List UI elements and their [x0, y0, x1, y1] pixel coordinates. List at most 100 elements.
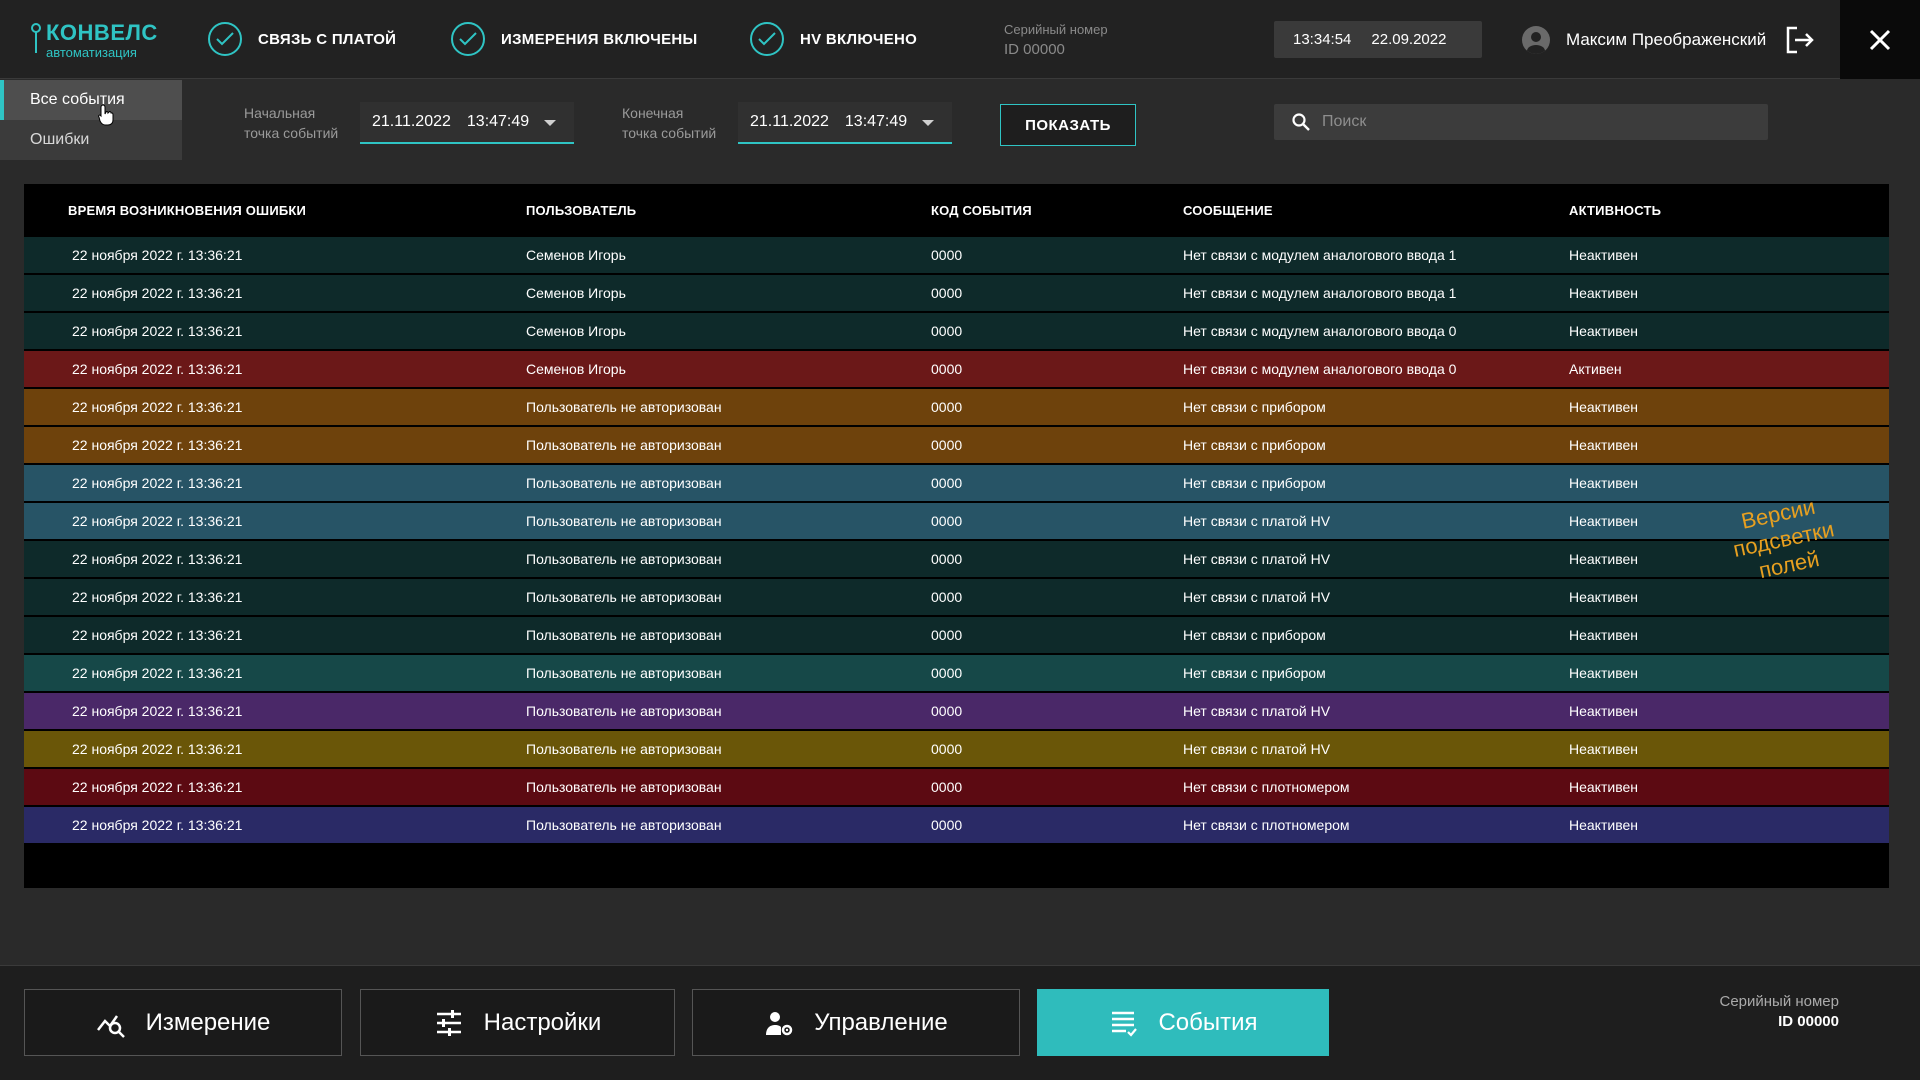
close-icon	[1869, 29, 1891, 50]
cell-activity: Неактивен	[1569, 779, 1638, 795]
event-filter-tabs: Все события Ошибки	[0, 80, 182, 160]
cell-code: 0000	[931, 627, 963, 643]
logout-icon[interactable]	[1785, 26, 1815, 54]
cell-time: 22 ноября 2022 г. 13:36:21	[72, 589, 243, 605]
cell-message: Нет связи с прибором	[1183, 437, 1326, 453]
user-name: Максим Преображенский	[1566, 30, 1767, 49]
column-header-activity[interactable]: АКТИВНОСТЬ	[1569, 203, 1661, 218]
table-body: 22 ноября 2022 г. 13:36:21 Семенов Игорь 0…	[24, 237, 1889, 845]
cell-activity: Неактивен	[1569, 703, 1638, 719]
cell-message: Нет связи с платой HV	[1183, 513, 1331, 529]
table-header: ВРЕМЯ ВОЗНИКНОВЕНИЯ ОШИБКИ ПОЛЬЗОВАТЕЛЬ …	[24, 184, 1889, 236]
cell-activity: Активен	[1569, 361, 1622, 377]
check-circle-icon	[208, 22, 242, 56]
table-row[interactable]: 22 ноября 2022 г. 13:36:21 Пользователь н…	[24, 389, 1889, 425]
cell-code: 0000	[931, 437, 963, 453]
cell-user: Пользователь не авторизован	[526, 741, 722, 757]
status-label: СВЯЗЬ С ПЛАТОЙ	[258, 30, 397, 48]
table-row[interactable]: 22 ноября 2022 г. 13:36:21 Пользователь н…	[24, 617, 1889, 653]
check-circle-icon	[750, 22, 784, 56]
table-row[interactable]: 22 ноября 2022 г. 13:36:21 Пользователь н…	[24, 693, 1889, 729]
table-row[interactable]: 22 ноября 2022 г. 13:36:21 Семенов Игорь 0…	[24, 351, 1889, 387]
cell-message: Нет связи с платой HV	[1183, 589, 1331, 605]
table-row[interactable]: 22 ноября 2022 г. 13:36:21 Пользователь н…	[24, 427, 1889, 463]
cell-user: Пользователь не авторизован	[526, 703, 722, 719]
cell-activity: Неактивен	[1569, 817, 1638, 833]
cell-activity: Неактивен	[1569, 513, 1638, 529]
cell-time: 22 ноября 2022 г. 13:36:21	[72, 475, 243, 491]
show-button[interactable]: ПОКАЗАТЬ	[1000, 104, 1136, 146]
tab-errors[interactable]: Ошибки	[0, 120, 182, 160]
cell-code: 0000	[931, 475, 963, 491]
cell-message: Нет связи с прибором	[1183, 665, 1326, 681]
cell-activity: Неактивен	[1569, 665, 1638, 681]
cell-user: Пользователь не авторизован	[526, 817, 722, 833]
column-header-time[interactable]: ВРЕМЯ ВОЗНИКНОВЕНИЯ ОШИБКИ	[68, 203, 306, 218]
column-header-code[interactable]: КОД СОБЫТИЯ	[931, 203, 1032, 218]
column-header-user[interactable]: ПОЛЬЗОВАТЕЛЬ	[526, 203, 636, 218]
cell-message: Нет связи с модулем аналогового ввода 1	[1183, 285, 1457, 301]
cell-code: 0000	[931, 665, 963, 681]
cell-activity: Неактивен	[1569, 627, 1638, 643]
table-row[interactable]: 22 ноября 2022 г. 13:36:21 Пользователь н…	[24, 465, 1889, 501]
cell-time: 22 ноября 2022 г. 13:36:21	[72, 399, 243, 415]
cell-user: Пользователь не авторизован	[526, 475, 722, 491]
cell-message: Нет связи с прибором	[1183, 627, 1326, 643]
cell-code: 0000	[931, 703, 963, 719]
status-board-link: СВЯЗЬ С ПЛАТОЙ	[208, 22, 396, 56]
events-list-icon	[1112, 1011, 1138, 1037]
table-row[interactable]: 22 ноября 2022 г. 13:36:21 Пользователь н…	[24, 731, 1889, 767]
table-row[interactable]: 22 ноября 2022 г. 13:36:21 Семенов Игорь 0…	[24, 313, 1889, 349]
cell-code: 0000	[931, 285, 963, 301]
table-row[interactable]: 22 ноября 2022 г. 13:36:21 Пользователь н…	[24, 503, 1889, 539]
end-datetime-picker[interactable]: 21.11.2022 13:47:49	[738, 102, 952, 144]
top-bar: КОНВЕЛС автоматизация СВЯЗЬ С ПЛАТОЙ ИЗМ…	[0, 0, 1920, 79]
status-label: ИЗМЕРЕНИЯ ВКЛЮЧЕНЫ	[501, 30, 698, 48]
user-info[interactable]: Максим Преображенский	[1522, 24, 1766, 56]
serial-number-top: Серийный номер ID 00000	[1004, 22, 1108, 58]
end-time: 13:47:49	[844, 113, 908, 130]
cell-user: Семенов Игорь	[526, 285, 626, 301]
tab-all-events[interactable]: Все события	[0, 80, 182, 120]
table-row[interactable]: 22 ноября 2022 г. 13:36:21 Пользователь н…	[24, 655, 1889, 691]
serial-number-bottom: Серийный номер ID 00000	[1719, 993, 1839, 1030]
cell-time: 22 ноября 2022 г. 13:36:21	[72, 551, 243, 567]
brand-tagline: автоматизация	[46, 45, 137, 60]
table-row[interactable]: 22 ноября 2022 г. 13:36:21 Пользователь н…	[24, 541, 1889, 577]
cell-code: 0000	[931, 589, 963, 605]
clock-display: 13:34:54 22.09.2022	[1274, 21, 1482, 58]
nav-events-button[interactable]: События	[1037, 989, 1329, 1056]
table-row[interactable]: 22 ноября 2022 г. 13:36:21 Пользователь н…	[24, 807, 1889, 843]
serial-value: ID 00000	[1778, 1013, 1839, 1030]
cell-message: Нет связи с платой HV	[1183, 741, 1331, 757]
start-datetime-picker[interactable]: 21.11.2022 13:47:49	[360, 102, 574, 144]
clock-time: 13:34:54	[1293, 31, 1352, 48]
table-row[interactable]: 22 ноября 2022 г. 13:36:21 Пользователь н…	[24, 579, 1889, 615]
table-row[interactable]: 22 ноября 2022 г. 13:36:21 Пользователь н…	[24, 769, 1889, 805]
clock-date: 22.09.2022	[1371, 31, 1447, 48]
cell-time: 22 ноября 2022 г. 13:36:21	[72, 285, 243, 301]
cell-code: 0000	[931, 361, 963, 377]
cell-code: 0000	[931, 817, 963, 833]
cell-user: Семенов Игорь	[526, 247, 626, 263]
column-header-message[interactable]: СООБЩЕНИЕ	[1183, 203, 1273, 218]
table-row[interactable]: 22 ноября 2022 г. 13:36:21 Семенов Игорь 0…	[24, 237, 1889, 273]
search-input[interactable]: Поиск	[1274, 104, 1768, 140]
end-point-label: Конечная точка событий	[622, 105, 717, 141]
cell-code: 0000	[931, 779, 963, 795]
cell-time: 22 ноября 2022 г. 13:36:21	[72, 323, 243, 339]
cell-user: Пользователь не авторизован	[526, 513, 722, 529]
cell-code: 0000	[931, 399, 963, 415]
status-label: HV ВКЛЮЧЕНО	[800, 30, 918, 48]
nav-control-button[interactable]: Управление	[692, 989, 1020, 1056]
nav-settings-button[interactable]: Настройки	[360, 989, 675, 1056]
table-row[interactable]: 22 ноября 2022 г. 13:36:21 Семенов Игорь 0…	[24, 275, 1889, 311]
nav-label: Настройки	[483, 1008, 602, 1036]
serial-title: Серийный номер	[1719, 993, 1839, 1010]
cell-user: Семенов Игорь	[526, 361, 626, 377]
nav-measurement-button[interactable]: Измерение	[24, 989, 342, 1056]
cell-time: 22 ноября 2022 г. 13:36:21	[72, 513, 243, 529]
cell-time: 22 ноября 2022 г. 13:36:21	[72, 703, 243, 719]
close-button[interactable]	[1840, 0, 1920, 79]
cell-code: 0000	[931, 551, 963, 567]
